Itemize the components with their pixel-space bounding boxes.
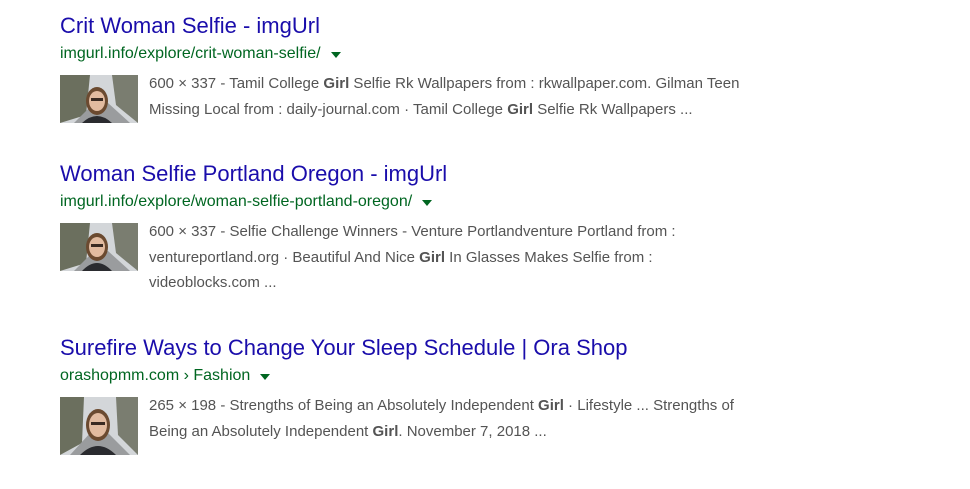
snippet-highlight: Girl — [538, 397, 564, 414]
search-result: Crit Woman Selfie - imgUrl imgurl.info/e… — [60, 12, 940, 123]
result-thumbnail[interactable] — [60, 75, 138, 123]
snippet-text: . November 7, 2018 ... — [398, 422, 547, 440]
snippet-line: 600 × 337 - Tamil College Girl Selfie Rk… — [149, 71, 829, 97]
snippet-text: Selfie Rk Wallpapers ... — [533, 100, 693, 118]
snippet-text: 600 × 337 - Selfie Challenge Winners - V… — [149, 223, 676, 240]
result-url-row: orashopmm.com › Fashion — [60, 366, 940, 386]
result-url[interactable]: orashopmm.com › Fashion — [60, 366, 250, 386]
snippet-text: Being an Absolutely Independent — [149, 422, 373, 440]
result-body: 265 × 198 - Strengths of Being an Absolu… — [60, 393, 940, 455]
snippet-text: ventureportland.org · Beautiful And Nice — [149, 248, 420, 266]
snippet-text: Missing Local from : daily-journal.com ·… — [149, 100, 508, 118]
result-url-row: imgurl.info/explore/crit-woman-selfie/ — [60, 44, 940, 64]
snippet-highlight: Girl — [372, 422, 399, 440]
result-url[interactable]: imgurl.info/explore/woman-selfie-portlan… — [60, 192, 412, 212]
snippet-text: videoblocks.com ... — [149, 274, 277, 291]
result-url[interactable]: imgurl.info/explore/crit-woman-selfie/ — [60, 44, 321, 64]
result-body: 600 × 337 - Tamil College Girl Selfie Rk… — [60, 71, 940, 123]
snippet-line: 600 × 337 - Selfie Challenge Winners - V… — [149, 219, 829, 245]
result-title-link[interactable]: Surefire Ways to Change Your Sleep Sched… — [60, 334, 627, 362]
dropdown-arrow-icon[interactable] — [260, 374, 271, 380]
snippet-line: 265 × 198 - Strengths of Being an Absolu… — [149, 393, 829, 419]
snippet-text: Selfie Rk Wallpapers from : rkwallpaper.… — [349, 75, 740, 92]
snippet-text: 265 × 198 - Strengths of Being an Absolu… — [149, 397, 539, 414]
snippet-line: ventureportland.org · Beautiful And Nice… — [149, 245, 829, 271]
snippet-line: Missing Local from : daily-journal.com ·… — [149, 97, 829, 123]
result-title-link[interactable]: Crit Woman Selfie - imgUrl — [60, 12, 320, 40]
search-result: Woman Selfie Portland Oregon - imgUrl im… — [60, 160, 940, 296]
result-snippet: 265 × 198 - Strengths of Being an Absolu… — [149, 393, 829, 455]
snippet-highlight: Girl — [507, 100, 534, 118]
dropdown-arrow-icon[interactable] — [422, 200, 433, 206]
snippet-highlight: Girl — [323, 75, 350, 92]
snippet-line: Being an Absolutely Independent Girl. No… — [149, 419, 829, 445]
snippet-text: 600 × 337 - Tamil College — [149, 75, 324, 92]
result-snippet: 600 × 337 - Tamil College Girl Selfie Rk… — [149, 71, 829, 123]
dropdown-arrow-icon[interactable] — [330, 52, 341, 58]
search-result: Surefire Ways to Change Your Sleep Sched… — [60, 334, 940, 455]
result-title-link[interactable]: Woman Selfie Portland Oregon - imgUrl — [60, 160, 447, 188]
result-thumbnail[interactable] — [60, 223, 138, 271]
snippet-text: In Glasses Makes Selfie from : — [445, 248, 653, 266]
result-snippet: 600 × 337 - Selfie Challenge Winners - V… — [149, 219, 829, 296]
result-body: 600 × 337 - Selfie Challenge Winners - V… — [60, 219, 940, 296]
snippet-highlight: Girl — [419, 248, 446, 266]
result-url-row: imgurl.info/explore/woman-selfie-portlan… — [60, 192, 940, 212]
result-thumbnail[interactable] — [60, 397, 138, 455]
snippet-text: · Lifestyle ... Strengths of — [563, 397, 734, 414]
snippet-line: videoblocks.com ... — [149, 270, 829, 296]
